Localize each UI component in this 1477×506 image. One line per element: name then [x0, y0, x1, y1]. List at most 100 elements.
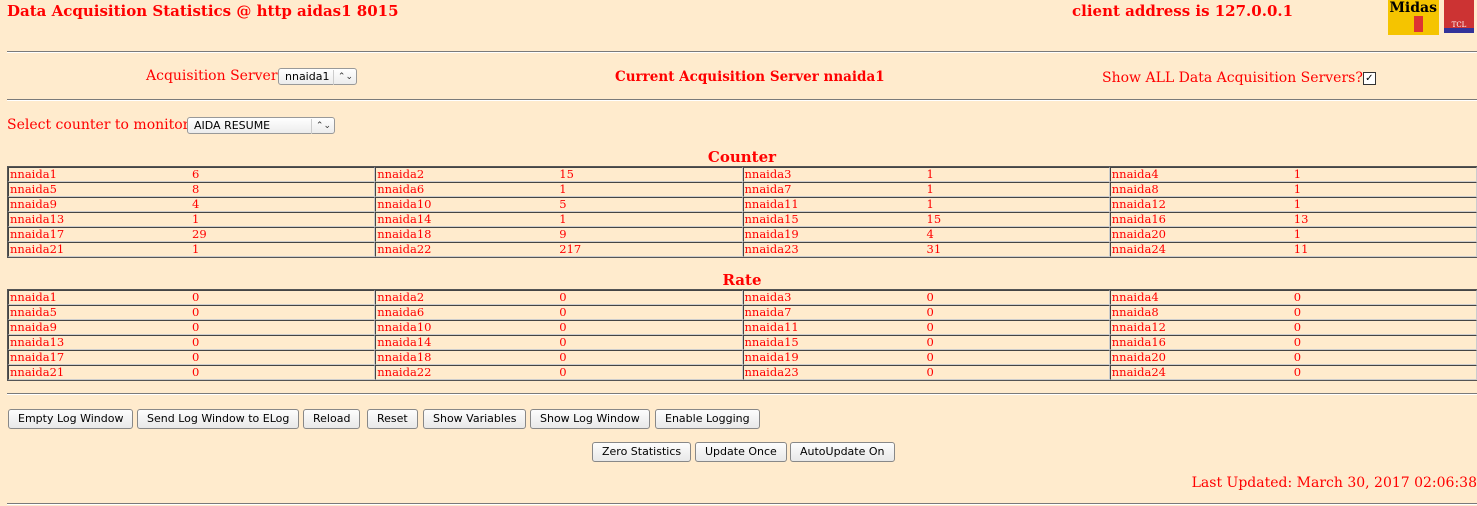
server-cell: nnaida16 0 [1109, 335, 1477, 350]
table-row: nnaida1 6 nnaida2 15 nnaida3 1 nnaida4 1 [8, 167, 1477, 182]
counter-select[interactable]: AIDA RESUME ⌃⌄ [187, 117, 335, 134]
server-name: nnaida23 [744, 365, 799, 379]
server-cell: nnaida21 1 [8, 242, 376, 257]
server-name: nnaida9 [10, 320, 57, 334]
server-value: 0 [926, 365, 934, 379]
server-value: 15 [926, 212, 942, 226]
server-value: 1 [926, 182, 934, 196]
server-cell: nnaida9 4 [8, 197, 376, 212]
server-value: 1 [559, 182, 567, 196]
server-name: nnaida11 [744, 320, 799, 334]
server-name: nnaida8 [1111, 305, 1159, 319]
server-cell: nnaida22 217 [375, 242, 743, 257]
server-value: 4 [192, 197, 200, 211]
server-cell: nnaida17 0 [8, 350, 376, 365]
server-cell: nnaida23 31 [742, 242, 1110, 257]
server-value: 1 [926, 197, 934, 211]
server-cell: nnaida13 0 [8, 335, 376, 350]
server-value: 0 [559, 350, 567, 364]
table-row: nnaida5 0 nnaida6 0 nnaida7 0 nnaida8 0 [8, 305, 1477, 320]
client-address: client address is 127.0.0.1 [1072, 2, 1294, 20]
server-value: 0 [559, 365, 567, 379]
divider [7, 99, 1477, 101]
show-all-checkbox[interactable]: ✓ [1362, 72, 1376, 85]
server-name: nnaida11 [744, 197, 799, 211]
server-value: 0 [1293, 320, 1302, 334]
rate-table: nnaida1 0 nnaida2 0 nnaida3 0 nnaida4 0 nnaida5 0… [7, 289, 1477, 381]
chevron-updown-icon: ⌃⌄ [310, 119, 331, 134]
counter-heading: Counter [707, 148, 777, 166]
table-row: nnaida21 1 nnaida22 217 nnaida23 31 nnaida24 11 [8, 242, 1477, 257]
reset-button[interactable]: Reset [367, 409, 418, 429]
server-cell: nnaida24 11 [1109, 242, 1477, 257]
server-cell: nnaida17 29 [8, 227, 376, 242]
divider [7, 51, 1477, 53]
server-name: nnaida13 [10, 212, 65, 226]
server-cell: nnaida1 6 [8, 167, 376, 182]
server-name: nnaida17 [10, 227, 65, 241]
show-log-window-button[interactable]: Show Log Window [530, 409, 650, 429]
server-name: nnaida3 [744, 167, 792, 181]
empty-log-window-button[interactable]: Empty Log Window [8, 409, 134, 429]
server-value: 0 [192, 290, 200, 304]
divider [7, 393, 1477, 395]
server-name: nnaida10 [377, 320, 432, 334]
server-value: 0 [1293, 350, 1302, 364]
reload-button[interactable]: Reload [303, 409, 361, 429]
show-variables-button[interactable]: Show Variables [423, 409, 527, 429]
server-value: 6 [192, 167, 200, 181]
server-cell: nnaida18 9 [375, 227, 743, 242]
server-cell: nnaida16 13 [1109, 212, 1477, 227]
server-value: 1 [926, 167, 934, 181]
acquisition-server-select[interactable]: nnaida1 ⌃⌄ [278, 68, 357, 85]
server-name: nnaida9 [10, 197, 57, 211]
server-cell: nnaida9 0 [8, 320, 376, 335]
send-log-to-elog-button[interactable]: Send Log Window to ELog [137, 409, 300, 429]
server-cell: nnaida14 1 [375, 212, 743, 227]
server-value: 1 [1293, 182, 1302, 196]
update-once-button[interactable]: Update Once [695, 442, 787, 462]
server-name: nnaida20 [1111, 350, 1166, 364]
server-name: nnaida22 [377, 365, 432, 379]
server-cell: nnaida5 8 [8, 182, 376, 197]
table-row: nnaida5 8 nnaida6 1 nnaida7 1 nnaida8 1 [8, 182, 1477, 197]
server-value: 31 [926, 242, 942, 256]
enable-logging-button[interactable]: Enable Logging [655, 409, 760, 429]
server-value: 0 [1293, 365, 1302, 379]
server-cell: nnaida4 1 [1109, 167, 1477, 182]
server-name: nnaida7 [744, 305, 792, 319]
server-cell: nnaida10 0 [375, 320, 743, 335]
server-cell: nnaida22 0 [375, 365, 743, 380]
server-cell: nnaida13 1 [8, 212, 376, 227]
autoupdate-button[interactable]: AutoUpdate On [790, 442, 895, 462]
server-name: nnaida6 [377, 182, 425, 196]
server-value: 0 [559, 305, 567, 319]
server-value: 0 [1293, 335, 1302, 349]
server-cell: nnaida8 0 [1109, 305, 1477, 320]
server-cell: nnaida12 0 [1109, 320, 1477, 335]
server-value: 0 [926, 350, 934, 364]
server-cell: nnaida3 0 [742, 290, 1110, 305]
server-cell: nnaida19 4 [742, 227, 1110, 242]
zero-statistics-button[interactable]: Zero Statistics [592, 442, 692, 462]
server-name: nnaida5 [10, 305, 57, 319]
server-cell: nnaida1 0 [8, 290, 376, 305]
server-value: 0 [926, 335, 934, 349]
server-cell: nnaida15 15 [742, 212, 1110, 227]
server-value: 217 [559, 242, 582, 256]
server-name: nnaida2 [377, 290, 425, 304]
server-value: 15 [559, 167, 574, 181]
server-name: nnaida23 [744, 242, 799, 256]
server-cell: nnaida14 0 [375, 335, 743, 350]
server-value: 1 [559, 212, 567, 226]
server-name: nnaida24 [1111, 365, 1166, 379]
server-value: 1 [192, 212, 200, 226]
server-value: 0 [192, 350, 200, 364]
server-name: nnaida3 [744, 290, 792, 304]
server-cell: nnaida21 0 [8, 365, 376, 380]
server-name: nnaida16 [1111, 212, 1166, 226]
acquisition-servers-label: Acquisition Servers [146, 68, 285, 84]
server-name: nnaida1 [10, 167, 57, 181]
server-name: nnaida19 [744, 227, 799, 241]
server-name: nnaida21 [10, 242, 65, 256]
